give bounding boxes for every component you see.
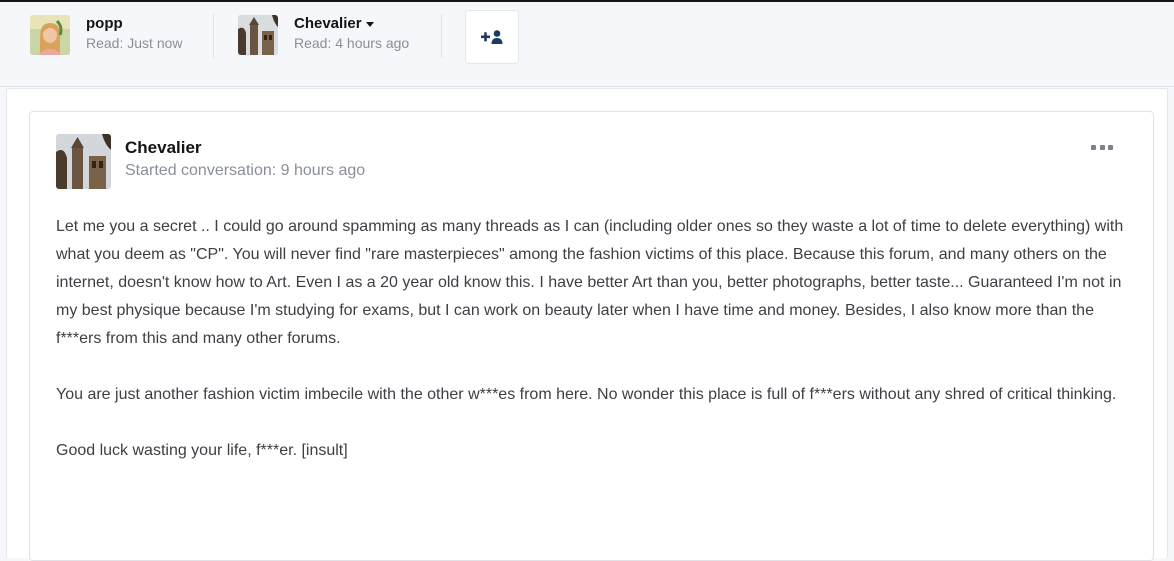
participant-name[interactable]: popp bbox=[86, 14, 183, 34]
message-paragraph: You are just another fashion victim imbe… bbox=[56, 386, 1117, 403]
invite-participant-button[interactable] bbox=[465, 10, 519, 64]
participants-bar: popp Read: Just now Chevalier Read: 4 ho… bbox=[0, 2, 1174, 87]
participant-read-status: Read: 4 hours ago bbox=[294, 35, 410, 51]
ellipsis-icon bbox=[1099, 144, 1105, 150]
participant-read-status: Read: Just now bbox=[86, 35, 183, 51]
participant-divider bbox=[441, 14, 442, 58]
participant-name-menu[interactable]: Chevalier bbox=[294, 14, 409, 34]
participant-chevalier[interactable]: Chevalier Read: 4 hours ago bbox=[238, 14, 409, 60]
message-timestamp: Started conversation: 9 hours ago bbox=[125, 162, 366, 179]
avatar[interactable] bbox=[56, 134, 111, 189]
avatar[interactable] bbox=[30, 15, 70, 55]
avatar[interactable] bbox=[238, 15, 278, 55]
add-user-icon bbox=[481, 30, 503, 44]
more-options-button[interactable] bbox=[1091, 140, 1113, 154]
message-paragraph: Let me you a secret .. I could go around… bbox=[56, 218, 1124, 347]
message-card: Chevalier Started conversation: 9 hours … bbox=[29, 111, 1154, 561]
ellipsis-icon bbox=[1091, 144, 1096, 150]
participant-divider bbox=[213, 14, 214, 58]
caret-down-icon[interactable] bbox=[365, 22, 374, 27]
message-author[interactable]: Chevalier bbox=[125, 138, 202, 158]
participant-name[interactable]: Chevalier bbox=[294, 14, 362, 34]
message-body: Let me you a secret .. I could go around… bbox=[56, 213, 1126, 493]
message-paragraph: Good luck wasting your life, f***er. [in… bbox=[56, 442, 348, 459]
participant-popp[interactable]: popp Read: Just now bbox=[30, 14, 183, 60]
ellipsis-icon bbox=[1108, 144, 1113, 150]
